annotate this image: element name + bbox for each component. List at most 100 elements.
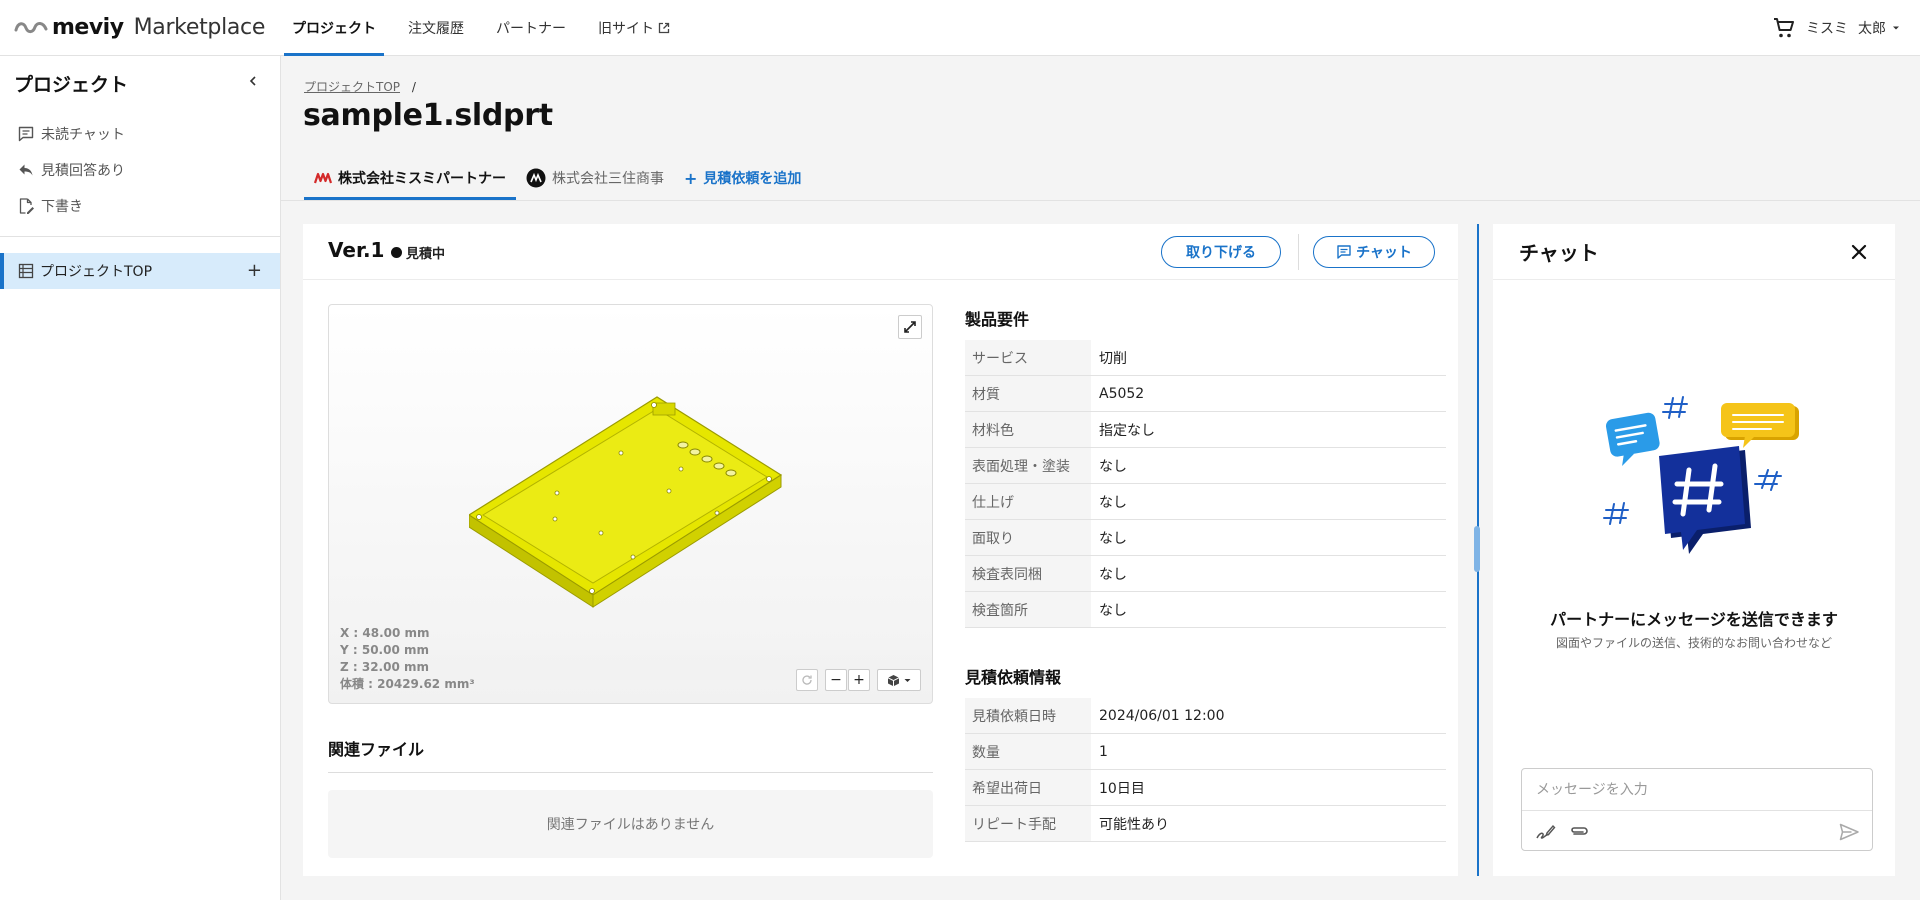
nav-old-site-label: 旧サイト: [598, 21, 654, 37]
quote-info-table: 見積依頼日時 2024/06/01 12:00 数量 1 希望出荷日 10日目 リピー…: [965, 698, 1446, 842]
row-value: なし: [1099, 458, 1127, 475]
table-row: サービス 切削: [965, 340, 1446, 376]
sidebar: プロジェクト 未読チャット 見積回答あり 下書き プロジェクトTOP +: [0, 56, 281, 900]
withdraw-button[interactable]: 取り下げる: [1161, 236, 1281, 268]
row-key: 検査箇所: [965, 592, 1091, 627]
misumi-logo-icon: [314, 172, 332, 184]
zoom-out-button[interactable]: −: [825, 669, 847, 691]
chat-illustration-icon: [1603, 396, 1799, 554]
table-row: 希望出荷日 10日目: [965, 770, 1446, 806]
quote-info-title: 見積依頼情報: [965, 668, 1062, 687]
collapse-sidebar-icon[interactable]: [246, 74, 260, 88]
chevron-down-icon: [904, 678, 911, 682]
sidebar-filter-list: 未読チャット 見積回答あり 下書き: [0, 116, 280, 224]
company-name: ミスミ: [1806, 21, 1848, 37]
dimension-z: Z : 32.00 mm: [340, 660, 429, 674]
user-name: 太郎: [1858, 21, 1886, 37]
expand-icon: [904, 321, 916, 333]
user-menu[interactable]: 太郎: [1858, 18, 1900, 38]
nav-partners[interactable]: パートナー: [488, 0, 574, 56]
nav-projects[interactable]: プロジェクト: [284, 0, 384, 56]
nav-order-history[interactable]: 注文履歴: [400, 0, 472, 56]
row-key: 材料色: [965, 412, 1091, 447]
row-value: 2024/06/01 12:00: [1099, 707, 1225, 724]
open-chat-button[interactable]: チャット: [1313, 236, 1435, 268]
sidebar-item-label: 下書き: [41, 199, 83, 215]
chat-icon: [18, 126, 34, 142]
send-icon[interactable]: [1838, 821, 1860, 843]
chat-panel: チャット パートナーにメッセージを送信できます 図面やファイルの送信、技術的なお…: [1493, 224, 1895, 876]
table-row: 面取り なし: [965, 520, 1446, 556]
partner-logo-icon: [526, 168, 546, 188]
zoom-in-button[interactable]: +: [848, 669, 870, 691]
sidebar-item-unread-chat[interactable]: 未読チャット: [0, 116, 280, 152]
chat-empty-message: パートナーにメッセージを送信できます: [1550, 610, 1838, 629]
message-input[interactable]: [1522, 769, 1872, 811]
row-value: 指定なし: [1099, 422, 1155, 439]
row-value: 切削: [1099, 350, 1127, 367]
sidebar-title: プロジェクト: [14, 74, 129, 96]
resize-handle[interactable]: [1474, 526, 1480, 572]
add-project-button[interactable]: +: [247, 262, 262, 280]
status-text: 見積中: [406, 247, 446, 262]
chat-composer: [1521, 768, 1873, 851]
logo[interactable]: meviy Marketplace: [14, 12, 265, 42]
sidebar-item-project-top[interactable]: プロジェクトTOP +: [0, 253, 280, 289]
tab-misumi-shoji[interactable]: 株式会社三住商事: [516, 156, 674, 200]
tab-misumi-partner[interactable]: 株式会社ミスミパートナー: [304, 156, 516, 200]
table-row: 仕上げ なし: [965, 484, 1446, 520]
view-mode-dropdown[interactable]: [877, 669, 921, 691]
version-label: Ver.1: [328, 238, 385, 262]
related-files-title: 関連ファイル: [328, 740, 425, 759]
3d-model-plate: [469, 396, 783, 608]
table-row: 表面処理・塗装 なし: [965, 448, 1446, 484]
row-value: なし: [1099, 602, 1127, 619]
cart-icon[interactable]: [1772, 16, 1796, 40]
tabs-divider: [281, 200, 1920, 201]
version-header: Ver.1 見積中 取り下げる チャット: [303, 224, 1458, 280]
row-key: 仕上げ: [965, 484, 1091, 519]
row-value: 10日目: [1099, 780, 1145, 797]
version-card: Ver.1 見積中 取り下げる チャット X: 48.00 mm Y: 50…: [303, 224, 1458, 876]
fullscreen-button[interactable]: [898, 315, 922, 339]
row-key: 材質: [965, 376, 1091, 411]
sidebar-item-drafts[interactable]: 下書き: [0, 188, 280, 224]
chevron-down-icon: [1893, 26, 1899, 30]
3d-viewer[interactable]: X : 48.00 mm Y : 50.00 mm Z : 32.00 mm 体…: [328, 304, 933, 704]
breadcrumb-separator: /: [411, 80, 416, 94]
table-row: 検査表同梱 なし: [965, 556, 1446, 592]
sidebar-item-quote-answered[interactable]: 見積回答あり: [0, 152, 280, 188]
sidebar-item-label: 見積回答あり: [41, 163, 125, 179]
table-row: 材料色 指定なし: [965, 412, 1446, 448]
model-dimensions: X : 48.00 mm Y : 50.00 mm Z : 32.00 mm 体…: [340, 625, 475, 693]
dimension-y: Y : 50.00 mm: [340, 643, 429, 657]
close-icon[interactable]: [1849, 242, 1869, 262]
tab-label: 株式会社ミスミパートナー: [338, 171, 506, 187]
status-dot-icon: [391, 247, 402, 258]
row-value: なし: [1099, 530, 1127, 547]
row-value: 1: [1099, 743, 1108, 760]
row-value: なし: [1099, 494, 1127, 511]
top-header: meviy Marketplace プロジェクト 注文履歴 パートナー 旧サイト…: [0, 0, 1920, 56]
attachment-icon[interactable]: [1568, 821, 1590, 843]
tab-add-quote-request[interactable]: + 見積依頼を追加: [674, 156, 811, 200]
nav-old-site[interactable]: 旧サイト: [590, 0, 678, 56]
status-badge: 見積中: [391, 243, 445, 262]
table-row: 数量 1: [965, 734, 1446, 770]
chat-empty-subtext: 図面やファイルの送信、技術的なお問い合わせなど: [1555, 636, 1832, 650]
button-separator: [1298, 234, 1299, 270]
chat-title: チャット: [1519, 241, 1599, 265]
cube-icon: [887, 674, 900, 686]
signature-icon[interactable]: [1534, 821, 1556, 843]
reset-view-button[interactable]: [796, 669, 818, 691]
sidebar-project-label: プロジェクトTOP: [40, 264, 153, 280]
row-key: サービス: [965, 340, 1091, 375]
logo-brand: meviy: [52, 14, 124, 40]
breadcrumb-project-top[interactable]: プロジェクトTOP: [304, 80, 400, 94]
row-key: 見積依頼日時: [965, 698, 1091, 733]
related-files-empty: 関連ファイルはありません: [328, 790, 933, 858]
tab-label: 見積依頼を追加: [703, 171, 802, 187]
row-key: 数量: [965, 734, 1091, 769]
product-requirements-table: サービス 切削 材質 A5052 材料色 指定なし 表面処理・塗装 なし 仕上げ なし 面…: [965, 340, 1446, 628]
sidebar-item-label: 未読チャット: [41, 127, 125, 143]
